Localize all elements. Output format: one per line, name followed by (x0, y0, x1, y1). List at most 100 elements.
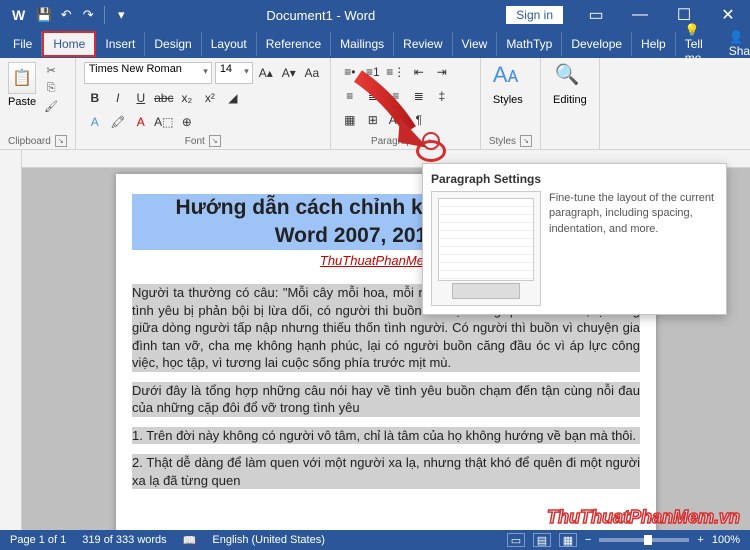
tab-help[interactable]: Help (632, 32, 676, 56)
font-label: Font (185, 136, 205, 147)
zoom-level[interactable]: 100% (712, 534, 740, 546)
group-styles: Aᴀ Styles Styles ↘ (481, 58, 541, 149)
group-clipboard: 📋 Paste ✂ ⎘ 🖌 Clipboard ↘ (0, 58, 76, 149)
styles-btn-label: Styles (493, 94, 523, 106)
styles-launcher-icon[interactable]: ↘ (520, 135, 532, 147)
tab-references[interactable]: Reference (257, 32, 331, 56)
redo-icon[interactable]: ↷ (79, 6, 97, 24)
font-size-select[interactable]: 14 (215, 62, 253, 84)
numbering-icon[interactable]: ≡1 (362, 62, 384, 82)
decrease-indent-icon[interactable]: ⇤ (408, 62, 430, 82)
quick-access-toolbar: W 💾 ↶ ↷ ▾ (0, 6, 136, 24)
paste-icon: 📋 (8, 62, 36, 94)
multilevel-icon[interactable]: ≡⋮ (385, 62, 407, 82)
sort-icon[interactable]: A↓ (385, 110, 407, 130)
qat-divider (104, 6, 105, 24)
clear-format-icon[interactable]: ◢ (222, 88, 244, 108)
font-color-icon[interactable]: A (130, 112, 152, 132)
tab-home[interactable]: Home (42, 31, 96, 57)
styles-button[interactable]: Aᴀ Styles (489, 62, 527, 133)
superscript-icon[interactable]: x² (199, 88, 221, 108)
font-family-select[interactable]: Times New Roman (84, 62, 212, 84)
title-bar: W 💾 ↶ ↷ ▾ Document1 - Word Sign in ▭ — ☐… (0, 0, 750, 30)
save-icon[interactable]: 💾 (35, 6, 53, 24)
share-button[interactable]: 👤 Share (720, 25, 750, 63)
doc-p4[interactable]: 2. Thật dễ dàng để làm quen với một ngườ… (132, 454, 640, 489)
shrink-font-icon[interactable]: A▾ (279, 63, 299, 83)
bold-icon[interactable]: B (84, 88, 106, 108)
clipboard-launcher-icon[interactable]: ↘ (55, 135, 67, 147)
tab-layout[interactable]: Layout (202, 32, 257, 56)
tab-mailings[interactable]: Mailings (331, 32, 394, 56)
status-language[interactable]: English (United States) (212, 534, 325, 546)
document-title: Document1 - Word (136, 8, 505, 23)
clipboard-label: Clipboard (8, 136, 51, 147)
tell-me-label: Tell me (685, 37, 703, 65)
paragraph-launcher-icon[interactable]: ↘ (422, 132, 440, 150)
tab-mathtype[interactable]: MathTyp (497, 32, 562, 56)
undo-icon[interactable]: ↶ (57, 6, 75, 24)
increase-indent-icon[interactable]: ⇥ (431, 62, 453, 82)
share-label: Share (729, 44, 750, 58)
group-editing: 🔍 Editing (541, 58, 600, 149)
shading-icon[interactable]: ▦ (339, 110, 361, 130)
sign-in-button[interactable]: Sign in (505, 5, 564, 25)
enclose-char-icon[interactable]: ⊕ (176, 112, 198, 132)
italic-icon[interactable]: I (107, 88, 129, 108)
font-launcher-icon[interactable]: ↘ (209, 135, 221, 147)
grow-font-icon[interactable]: A▴ (256, 63, 276, 83)
tab-developer[interactable]: Develope (562, 32, 632, 56)
copy-icon[interactable]: ⎘ (42, 80, 60, 96)
print-layout-icon[interactable]: ▤ (533, 533, 551, 547)
tab-file[interactable]: File (4, 32, 42, 56)
ribbon-options-icon[interactable]: ▭ (574, 0, 618, 30)
status-page[interactable]: Page 1 of 1 (10, 534, 66, 546)
text-effects-icon[interactable]: A (84, 112, 106, 132)
strikethrough-icon[interactable]: abc (153, 88, 175, 108)
minimize-icon[interactable]: — (618, 0, 662, 30)
editing-button[interactable]: 🔍 Editing (549, 62, 591, 145)
align-center-icon[interactable]: ≣ (362, 86, 384, 106)
status-words[interactable]: 319 of 333 words (82, 534, 166, 546)
character-bg-icon[interactable]: A⬚ (153, 112, 175, 132)
bullets-icon[interactable]: ≡• (339, 62, 361, 82)
tooltip-thumbnail (431, 191, 541, 306)
change-case-icon[interactable]: Aa (302, 63, 322, 83)
tab-insert[interactable]: Insert (96, 32, 145, 56)
format-painter-icon[interactable]: 🖌 (42, 98, 60, 114)
tab-view[interactable]: View (453, 32, 498, 56)
doc-p3[interactable]: 1. Trên đời này không có người vô tâm, c… (132, 427, 640, 445)
web-layout-icon[interactable]: ▦ (559, 533, 577, 547)
paragraph-label: Paragraph (371, 136, 418, 147)
align-right-icon[interactable]: ≡ (385, 86, 407, 106)
tab-review[interactable]: Review (394, 32, 452, 56)
qat-customize-icon[interactable]: ▾ (112, 6, 130, 24)
line-spacing-icon[interactable]: ‡ (431, 86, 453, 106)
doc-p2[interactable]: Dưới đây là tổng hợp những câu nói hay v… (132, 382, 640, 417)
paragraph-settings-tooltip: Paragraph Settings Fine-tune the layout … (422, 163, 727, 315)
zoom-in-icon[interactable]: + (697, 534, 703, 546)
zoom-out-icon[interactable]: − (585, 534, 591, 546)
justify-icon[interactable]: ≣ (408, 86, 430, 106)
subscript-icon[interactable]: x₂ (176, 88, 198, 108)
status-bar: Page 1 of 1 319 of 333 words 📖 English (… (0, 530, 750, 550)
tooltip-title: Paragraph Settings (431, 172, 718, 186)
paste-button[interactable]: 📋 Paste (8, 62, 36, 133)
align-left-icon[interactable]: ≡ (339, 86, 361, 106)
ribbon-tabs: File Home Insert Design Layout Reference… (0, 30, 750, 58)
group-paragraph: ≡• ≡1 ≡⋮ ⇤ ⇥ ≡ ≣ ≡ ≣ ‡ ▦ ⊞ A↓ ¶ Paragrap… (331, 58, 481, 149)
watermark: ThuThuatPhanMem.vn (547, 507, 740, 528)
show-marks-icon[interactable]: ¶ (408, 110, 430, 130)
borders-icon[interactable]: ⊞ (362, 110, 384, 130)
styles-label: Styles (489, 136, 516, 147)
underline-icon[interactable]: U (130, 88, 152, 108)
tab-design[interactable]: Design (145, 32, 201, 56)
status-proofing-icon[interactable]: 📖 (183, 534, 197, 547)
highlight-icon[interactable]: 🖍 (107, 112, 129, 132)
paste-label: Paste (8, 96, 36, 108)
cut-icon[interactable]: ✂ (42, 62, 60, 78)
tell-me[interactable]: 💡 Tell me (676, 18, 712, 70)
ribbon: 📋 Paste ✂ ⎘ 🖌 Clipboard ↘ Times New Roma… (0, 58, 750, 150)
zoom-slider[interactable] (599, 538, 689, 542)
read-mode-icon[interactable]: ▭ (507, 533, 525, 547)
